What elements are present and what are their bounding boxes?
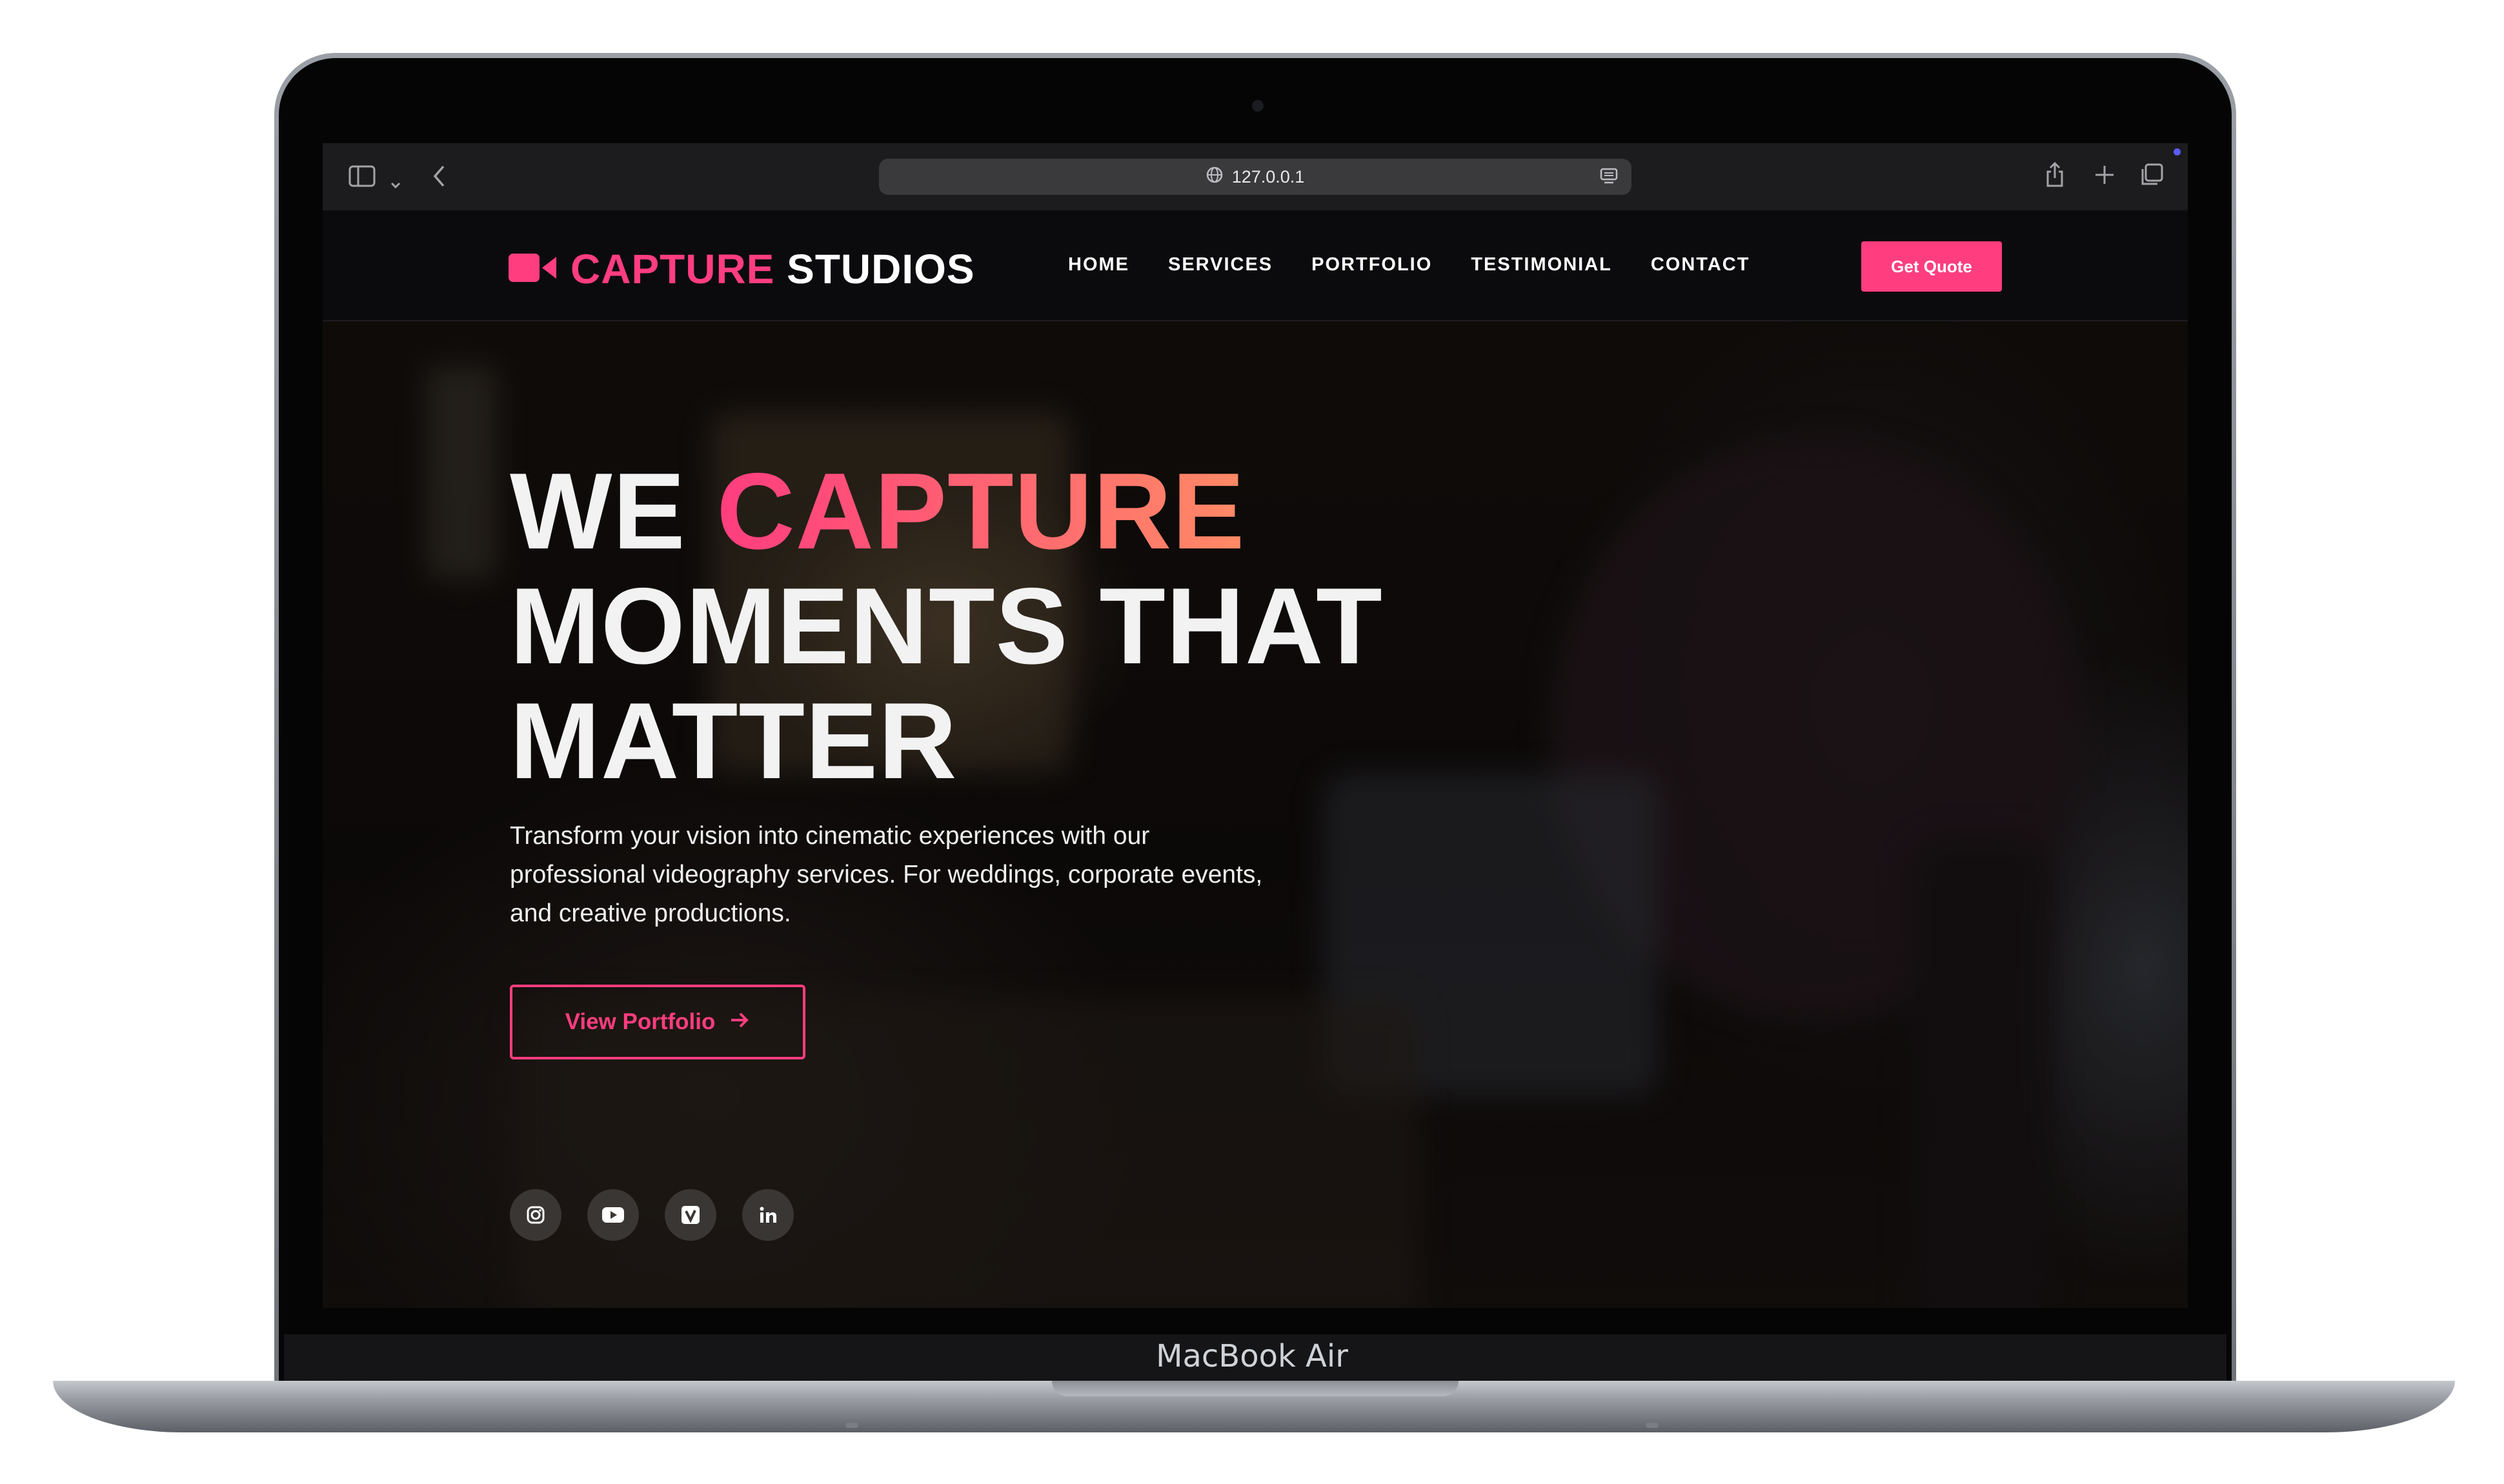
get-quote-button[interactable]: Get Quote bbox=[1861, 241, 2002, 292]
url-text: 127.0.0.1 bbox=[1231, 166, 1305, 186]
video-camera-icon bbox=[509, 252, 558, 287]
camera-icon bbox=[1252, 100, 1264, 112]
instagram-icon[interactable] bbox=[510, 1189, 561, 1241]
sidebar-icon[interactable] bbox=[348, 165, 376, 191]
nav-portfolio[interactable]: PORTFOLIO bbox=[1311, 254, 1432, 276]
social-links bbox=[510, 1189, 794, 1241]
website: CAPTURE STUDIOS HOME SERVICES PORTFOLIO … bbox=[323, 210, 2188, 1308]
address-bar[interactable]: 127.0.0.1 bbox=[879, 159, 1631, 195]
new-tab-icon[interactable] bbox=[2094, 164, 2115, 190]
chevron-down-icon[interactable] bbox=[390, 172, 401, 194]
headline-capture: CAPTURE bbox=[716, 450, 1246, 572]
site-navbar: CAPTURE STUDIOS HOME SERVICES PORTFOLIO … bbox=[323, 210, 2188, 321]
vimeo-icon[interactable] bbox=[665, 1189, 716, 1241]
nav-contact[interactable]: CONTACT bbox=[1651, 254, 1750, 276]
brand-logo[interactable]: CAPTURE STUDIOS bbox=[509, 245, 975, 293]
screen: 127.0.0.1 CAPTURE STUDIOS HOME SERVICES … bbox=[323, 143, 2188, 1308]
view-portfolio-button[interactable]: View Portfolio bbox=[510, 985, 805, 1059]
nav-menu: HOME SERVICES PORTFOLIO TESTIMONIAL CONT… bbox=[1068, 254, 1750, 276]
back-icon[interactable] bbox=[432, 164, 447, 192]
nav-home[interactable]: HOME bbox=[1068, 254, 1129, 276]
linkedin-icon[interactable] bbox=[742, 1189, 794, 1241]
headline-line3: MATTER bbox=[510, 680, 958, 801]
nav-services[interactable]: SERVICES bbox=[1168, 254, 1273, 276]
hero-section: WE CAPTURE MOMENTS THAT MATTER Transform… bbox=[323, 321, 2188, 1308]
reader-icon[interactable] bbox=[1599, 168, 1619, 190]
arrow-right-icon bbox=[729, 1009, 750, 1035]
tabs-icon[interactable] bbox=[2139, 163, 2164, 191]
hero-headline: WE CAPTURE MOMENTS THAT MATTER bbox=[510, 454, 1383, 798]
youtube-icon[interactable] bbox=[587, 1189, 639, 1241]
view-portfolio-label: View Portfolio bbox=[565, 1009, 716, 1034]
notification-dot bbox=[2174, 148, 2181, 155]
headline-we: WE bbox=[510, 450, 686, 572]
share-icon[interactable] bbox=[2045, 160, 2065, 192]
nav-testimonial[interactable]: TESTIMONIAL bbox=[1471, 254, 1612, 276]
laptop-foot bbox=[845, 1423, 858, 1428]
hero-description: Transform your vision into cinematic exp… bbox=[510, 822, 1263, 927]
laptop-opening-notch bbox=[1052, 1381, 1459, 1396]
laptop-foot bbox=[1646, 1423, 1659, 1428]
device-label: MacBook Air bbox=[1156, 1338, 1348, 1374]
brand-name-main: STUDIOS bbox=[787, 246, 975, 292]
brand-name: CAPTURE STUDIOS bbox=[570, 245, 975, 293]
brand-name-accent: CAPTURE bbox=[570, 246, 775, 292]
globe-icon bbox=[1206, 166, 1223, 188]
headline-line2: MOMENTS THAT bbox=[510, 565, 1383, 687]
browser-toolbar: 127.0.0.1 bbox=[323, 143, 2188, 210]
